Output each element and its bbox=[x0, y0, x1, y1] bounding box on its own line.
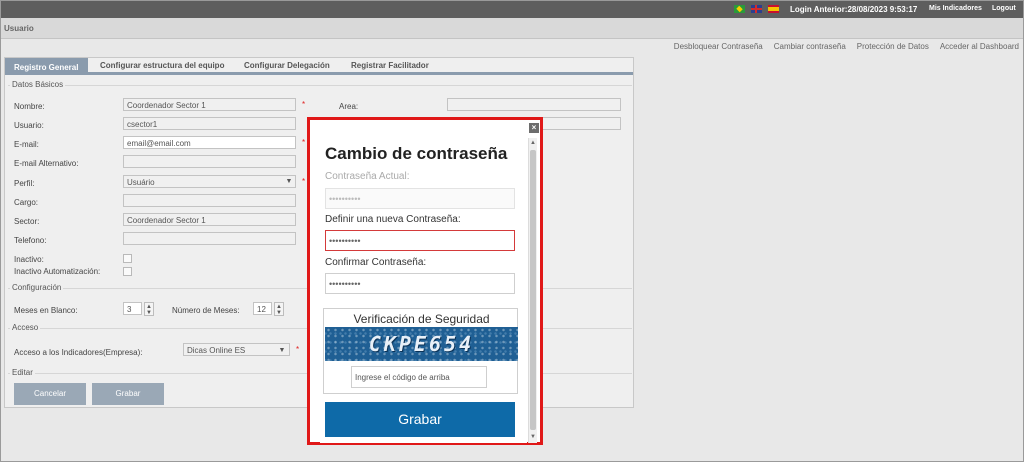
perfil-select[interactable]: Usuário bbox=[123, 175, 296, 188]
top-bar: Login Anterior:28/08/2023 9:53:17 Mis In… bbox=[1, 1, 1023, 18]
area-label: Area: bbox=[339, 102, 359, 111]
inactivo-auto-checkbox[interactable] bbox=[123, 267, 132, 276]
new-password-label: Definir una nueva Contraseña: bbox=[325, 214, 461, 225]
inactivo-label: Inactivo: bbox=[14, 255, 44, 264]
confirm-password-field[interactable]: •••••••••• bbox=[325, 273, 515, 294]
captcha-input[interactable]: Ingrese el código de arriba bbox=[351, 366, 487, 388]
flag-uk-icon[interactable] bbox=[751, 5, 762, 13]
flag-brazil-icon[interactable] bbox=[734, 5, 745, 13]
meses-blanco-label: Meses en Blanco: bbox=[14, 306, 78, 315]
tab-registrar-facilitador[interactable]: Registrar Facilitador bbox=[351, 61, 429, 70]
chevron-down-icon[interactable]: ▼ bbox=[277, 346, 287, 356]
required-marker: * bbox=[302, 138, 306, 147]
spinner-arrows-icon[interactable]: ▲ ▼ bbox=[144, 302, 154, 316]
dialog-content: Cambio de contraseña Contraseña Actual: … bbox=[320, 138, 527, 443]
section-acceso: Acceso bbox=[10, 323, 41, 332]
inactivo-auto-label: Inactivo Automatización: bbox=[14, 267, 101, 276]
new-password-field[interactable]: •••••••••• bbox=[325, 230, 515, 251]
mis-indicadores-link[interactable]: Mis Indicadores bbox=[929, 5, 982, 12]
cancel-button[interactable]: Cancelar bbox=[14, 383, 86, 405]
change-password-dialog: × Cambio de contraseña Contraseña Actual… bbox=[307, 117, 543, 445]
access-dashboard-link[interactable]: Acceder al Dashboard bbox=[940, 42, 1019, 51]
flag-spain-icon[interactable] bbox=[768, 5, 779, 13]
unlock-password-link[interactable]: Desbloquear Contraseña bbox=[674, 42, 763, 51]
section-editar: Editar bbox=[10, 368, 35, 377]
section-divider bbox=[8, 85, 632, 86]
save-button[interactable]: Grabar bbox=[92, 383, 164, 405]
email-field[interactable]: email@email.com bbox=[123, 136, 296, 149]
sector-field[interactable]: Coordenador Sector 1 bbox=[123, 213, 296, 226]
area-field[interactable] bbox=[447, 98, 621, 111]
captcha-title: Verificación de Seguridad bbox=[353, 312, 490, 326]
tab-configurar-delegacion[interactable]: Configurar Delegación bbox=[244, 61, 330, 70]
spinner-arrows-icon[interactable]: ▲ ▼ bbox=[274, 302, 284, 316]
required-marker: * bbox=[302, 100, 306, 109]
section-datos-basicos: Datos Básicos bbox=[10, 80, 66, 89]
logout-link[interactable]: Logout bbox=[992, 5, 1016, 12]
tab-bar: Registro General Configurar estructura d… bbox=[5, 58, 633, 75]
cargo-label: Cargo: bbox=[14, 198, 39, 207]
module-title: Usuario bbox=[4, 24, 34, 33]
telefono-field[interactable] bbox=[123, 232, 296, 245]
tab-configurar-estructura[interactable]: Configurar estructura del equipo bbox=[100, 61, 224, 70]
tab-registro-general[interactable]: Registro General bbox=[5, 58, 88, 75]
captcha-code: CKPE654 bbox=[368, 332, 475, 356]
last-login-info: Login Anterior:28/08/2023 9:53:17 bbox=[790, 5, 918, 14]
current-password-label: Contraseña Actual: bbox=[325, 171, 410, 182]
telefono-label: Telefono: bbox=[14, 236, 47, 245]
scroll-up-icon[interactable]: ▲ bbox=[529, 139, 537, 147]
acceso-indicadores-select[interactable]: Dicas Online ES bbox=[183, 343, 290, 356]
chevron-down-icon[interactable]: ▼ bbox=[284, 177, 294, 187]
confirm-password-label: Confirmar Contraseña: bbox=[325, 257, 427, 268]
data-protection-link[interactable]: Protección de Datos bbox=[857, 42, 929, 51]
current-password-field: •••••••••• bbox=[325, 188, 515, 209]
cargo-field[interactable] bbox=[123, 194, 296, 207]
security-verification: Verificación de Seguridad CKPE654 Ingres… bbox=[323, 308, 518, 394]
perfil-label: Perfil: bbox=[14, 179, 35, 188]
nombre-label: Nombre: bbox=[14, 102, 45, 111]
email-alternativo-label: E-mail Alternativo: bbox=[14, 159, 79, 168]
scrollbar-thumb[interactable] bbox=[530, 150, 536, 430]
dialog-scrollbar[interactable]: ▲ ▼ bbox=[528, 138, 537, 443]
email-label: E-mail: bbox=[14, 140, 39, 149]
app-window: Login Anterior:28/08/2023 9:53:17 Mis In… bbox=[0, 0, 1024, 462]
sector-label: Sector: bbox=[14, 217, 40, 226]
numero-meses-field[interactable]: 12 bbox=[253, 302, 272, 315]
dialog-save-button[interactable]: Grabar bbox=[325, 402, 515, 437]
usuario-label: Usuario: bbox=[14, 121, 44, 130]
required-marker: * bbox=[296, 345, 300, 354]
section-configuracion: Configuración bbox=[10, 283, 64, 292]
scroll-down-icon[interactable]: ▼ bbox=[529, 433, 537, 441]
change-password-link[interactable]: Cambiar contraseña bbox=[774, 42, 846, 51]
captcha-image: CKPE654 bbox=[325, 327, 518, 361]
action-links: Desbloquear Contraseña Cambiar contraseñ… bbox=[674, 42, 1019, 51]
inactivo-checkbox[interactable] bbox=[123, 254, 132, 263]
dialog-title: Cambio de contraseña bbox=[325, 144, 508, 163]
module-bar: Usuario bbox=[1, 18, 1023, 39]
acceso-indicadores-value: Dicas Online ES bbox=[187, 346, 246, 355]
numero-meses-label: Número de Meses: bbox=[172, 306, 240, 315]
required-marker: * bbox=[302, 177, 306, 186]
perfil-value: Usuário bbox=[127, 178, 155, 187]
email-alternativo-field[interactable] bbox=[123, 155, 296, 168]
usuario-field[interactable]: csector1 bbox=[123, 117, 296, 130]
meses-blanco-field[interactable]: 3 bbox=[123, 302, 142, 315]
close-icon[interactable]: × bbox=[529, 123, 539, 133]
acceso-indicadores-label: Acceso a los Indicadores(Empresa): bbox=[14, 348, 143, 357]
nombre-field[interactable]: Coordenador Sector 1 bbox=[123, 98, 296, 111]
